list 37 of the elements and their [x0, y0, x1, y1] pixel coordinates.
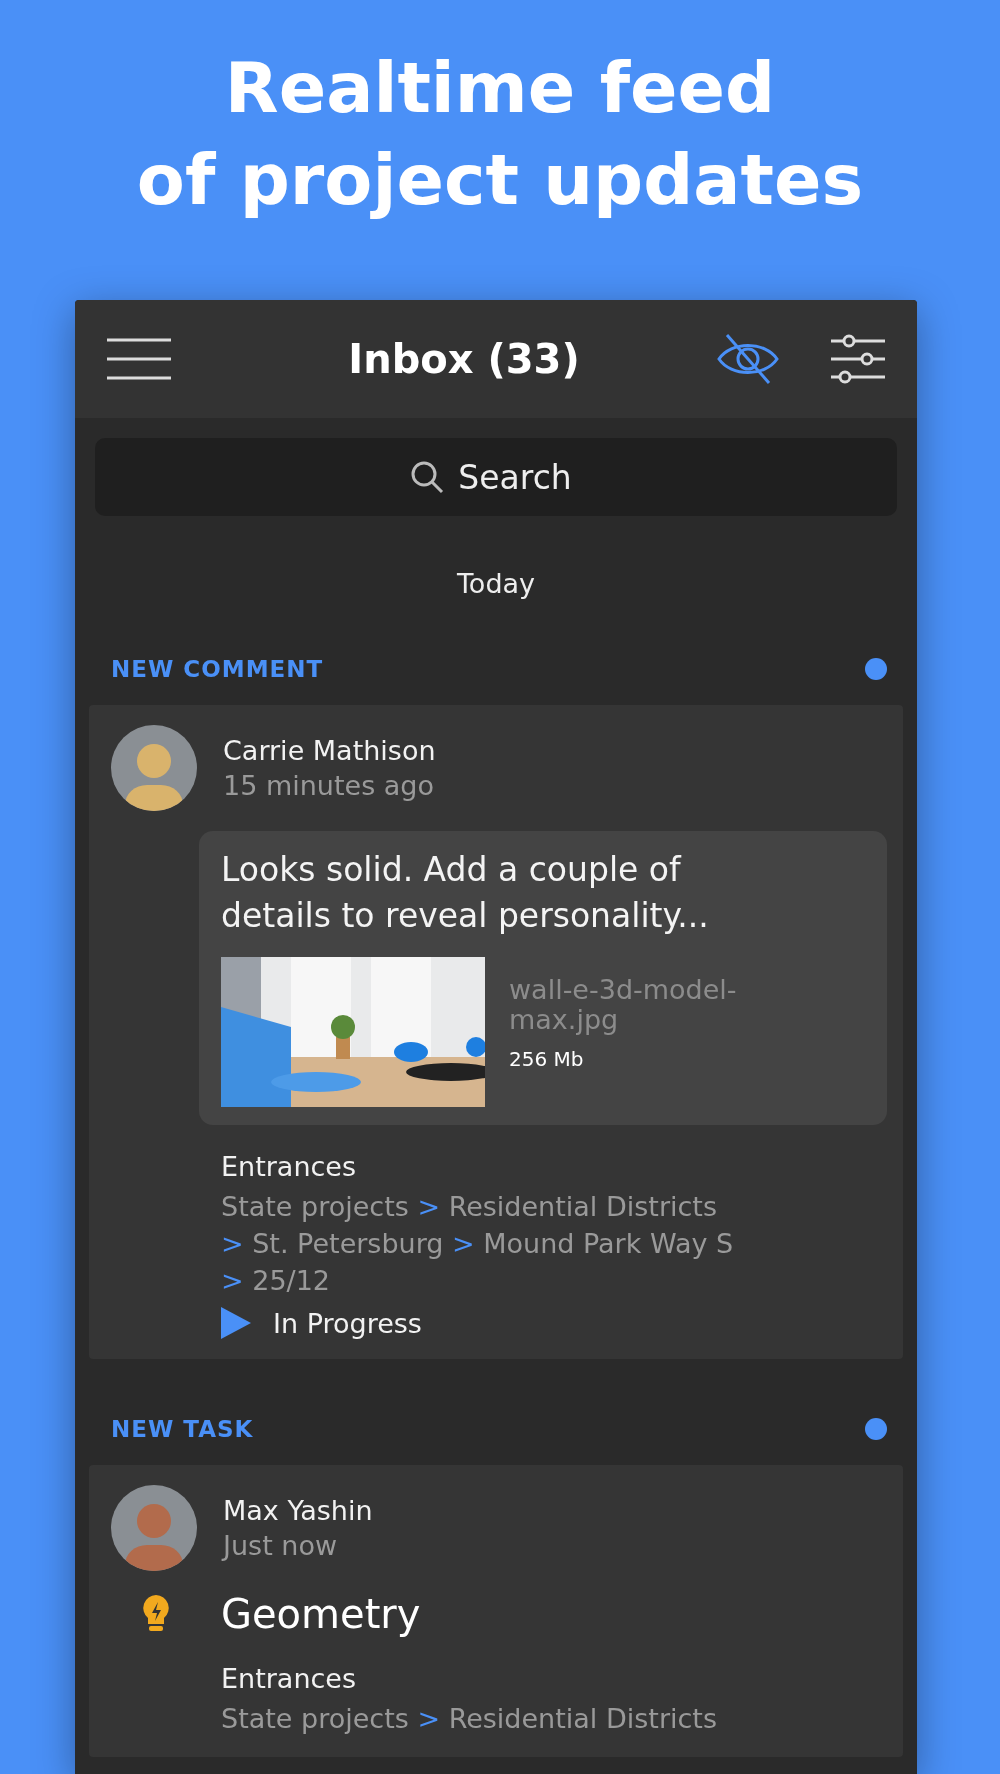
day-label: Today: [455, 568, 537, 599]
timestamp: 15 minutes ago: [223, 770, 436, 801]
play-icon: [221, 1307, 251, 1339]
breadcrumb-item[interactable]: 25/12: [252, 1265, 331, 1296]
comment-text: Looks solid. Add a couple of details to reveal personality...: [221, 849, 710, 937]
timestamp: Just now: [223, 1530, 339, 1561]
menu-icon[interactable]: [107, 338, 171, 380]
status-label: In Progress: [273, 1307, 422, 1339]
filter-sliders-icon[interactable]: [831, 332, 885, 386]
section-label: NEW TASK: [111, 1416, 254, 1442]
breadcrumb-item[interactable]: Mound Park Way S: [483, 1228, 734, 1259]
search-icon: [410, 460, 444, 494]
author-name: Carrie Mathison: [223, 735, 436, 766]
search-field[interactable]: Search: [95, 438, 897, 516]
project-name: Entrances: [221, 1663, 358, 1694]
screen-title: Inbox (33): [347, 336, 581, 382]
breadcrumb-separator: >: [452, 1228, 475, 1259]
breadcrumb-separator: >: [221, 1228, 244, 1259]
headline: Realtime feed: [224, 46, 776, 131]
author-name: Max Yashin: [223, 1495, 373, 1526]
headline: of project updates: [136, 138, 864, 223]
file-name[interactable]: wall-e-3d-model-max.jpg: [509, 975, 759, 1035]
hidden-eye-icon[interactable]: [717, 333, 779, 385]
breadcrumb-item[interactable]: State projects: [221, 1191, 409, 1222]
task-title: Geometry: [221, 1591, 421, 1637]
section-label: NEW COMMENT: [111, 656, 324, 682]
breadcrumb-separator: >: [417, 1191, 441, 1222]
feed-card[interactable]: [89, 705, 903, 1359]
file-size: 256 Mb: [509, 1047, 585, 1071]
breadcrumb-item[interactable]: Residential Districts: [448, 1703, 717, 1734]
breadcrumb-separator: >: [417, 1703, 441, 1734]
breadcrumb-separator: >: [221, 1265, 244, 1296]
breadcrumb-item[interactable]: State projects: [221, 1703, 409, 1734]
breadcrumb-item[interactable]: Residential Districts: [448, 1191, 717, 1222]
project-name: Entrances: [221, 1151, 358, 1182]
feed-card[interactable]: Max Yashin Just now Geometry Entrances State projects > Residential Districts: [89, 1465, 903, 1757]
breadcrumb-item[interactable]: St. Petersburg: [252, 1228, 444, 1259]
